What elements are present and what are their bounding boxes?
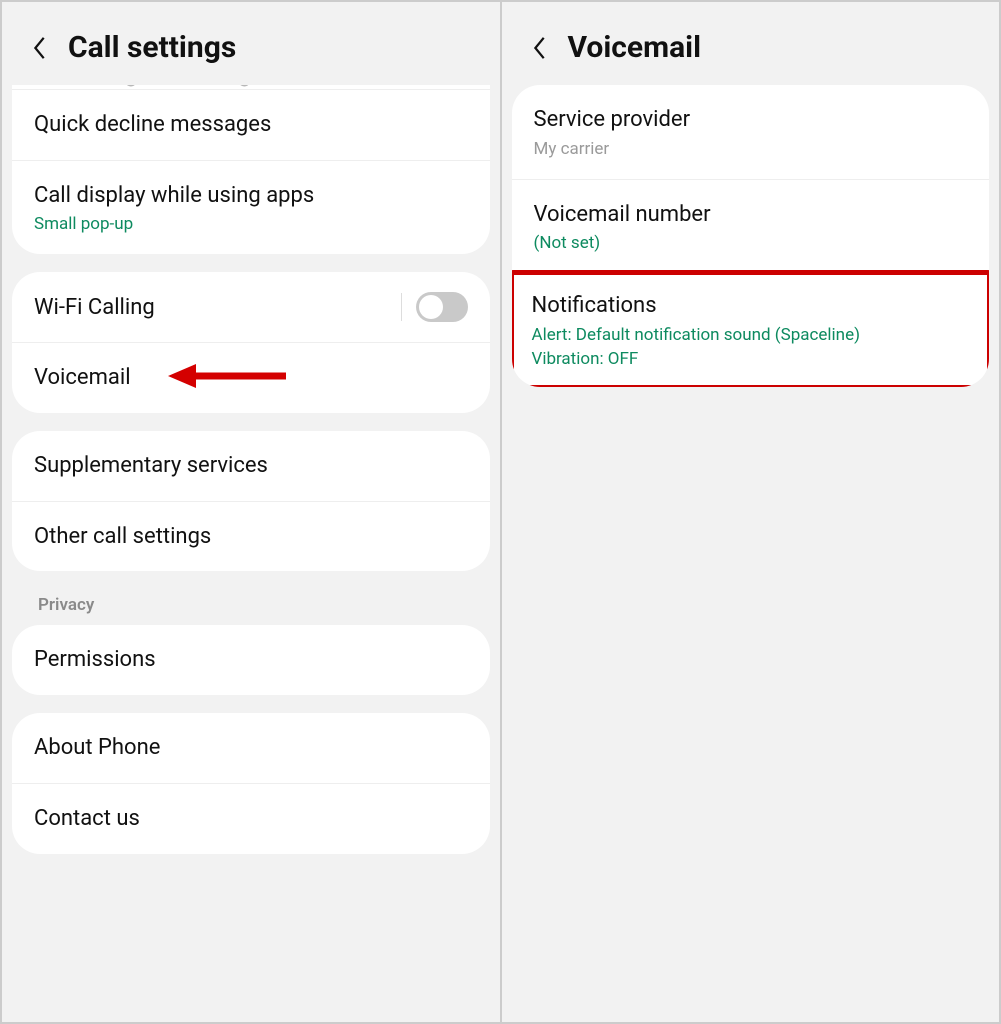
row-label: Service provider [534, 105, 968, 135]
row-label: Notifications [532, 291, 970, 321]
card-truncated: Answering and ending calls Quick decline… [12, 85, 490, 254]
row-service-provider[interactable]: Service provider My carrier [512, 85, 990, 179]
row-subtitle-2: Vibration: OFF [532, 349, 970, 369]
row-subtitle: My carrier [534, 139, 968, 159]
card-about: About Phone Contact us [12, 713, 490, 853]
appbar: Call settings [2, 2, 500, 85]
row-label: Contact us [34, 804, 468, 834]
row-label: Call display while using apps [34, 181, 468, 211]
row-subtitle: (Not set) [534, 233, 968, 253]
card-voicemail-settings: Service provider My carrier Voicemail nu… [512, 85, 990, 387]
back-icon[interactable] [30, 38, 50, 58]
page-title: Call settings [68, 30, 236, 65]
section-header-privacy: Privacy [12, 589, 490, 625]
content: Answering and ending calls Quick decline… [2, 85, 500, 892]
appbar: Voicemail [502, 2, 1000, 85]
pane-call-settings: Call settings Answering and ending calls… [2, 2, 500, 1022]
row-label: Other call settings [34, 522, 468, 552]
toggle-group [401, 292, 468, 322]
row-voicemail[interactable]: Voicemail [12, 342, 490, 413]
row-wifi-calling[interactable]: Wi-Fi Calling [12, 272, 490, 342]
wifi-calling-switch[interactable] [416, 292, 468, 322]
row-voicemail-number[interactable]: Voicemail number (Not set) [512, 179, 990, 274]
row-call-display[interactable]: Call display while using apps Small pop-… [12, 160, 490, 255]
back-icon[interactable] [530, 38, 550, 58]
row-label: Permissions [34, 645, 468, 675]
separator [401, 293, 402, 321]
row-label: Quick decline messages [34, 110, 468, 140]
content: Service provider My carrier Voicemail nu… [502, 85, 1000, 425]
row-label: Voicemail [34, 363, 468, 393]
row-contact-us[interactable]: Contact us [12, 783, 490, 854]
row-label: Voicemail number [534, 200, 968, 230]
page-title: Voicemail [568, 30, 702, 65]
card-services: Supplementary services Other call settin… [12, 431, 490, 571]
row-label: Wi-Fi Calling [34, 293, 155, 323]
row-notifications[interactable]: Notifications Alert: Default notificatio… [512, 270, 990, 387]
row-label: About Phone [34, 733, 468, 763]
row-quick-decline[interactable]: Quick decline messages [12, 89, 490, 160]
row-about-phone[interactable]: About Phone [12, 713, 490, 783]
row-subtitle: Small pop-up [34, 214, 468, 234]
row-permissions[interactable]: Permissions [12, 625, 490, 695]
pane-voicemail: Voicemail Service provider My carrier Vo… [502, 2, 1000, 1022]
row-label: Supplementary services [34, 451, 468, 481]
row-supplementary[interactable]: Supplementary services [12, 431, 490, 501]
row-other-call[interactable]: Other call settings [12, 501, 490, 572]
row-subtitle-1: Alert: Default notification sound (Space… [532, 325, 970, 345]
card-privacy: Permissions [12, 625, 490, 695]
card-calling: Wi-Fi Calling Voicemail [12, 272, 490, 413]
